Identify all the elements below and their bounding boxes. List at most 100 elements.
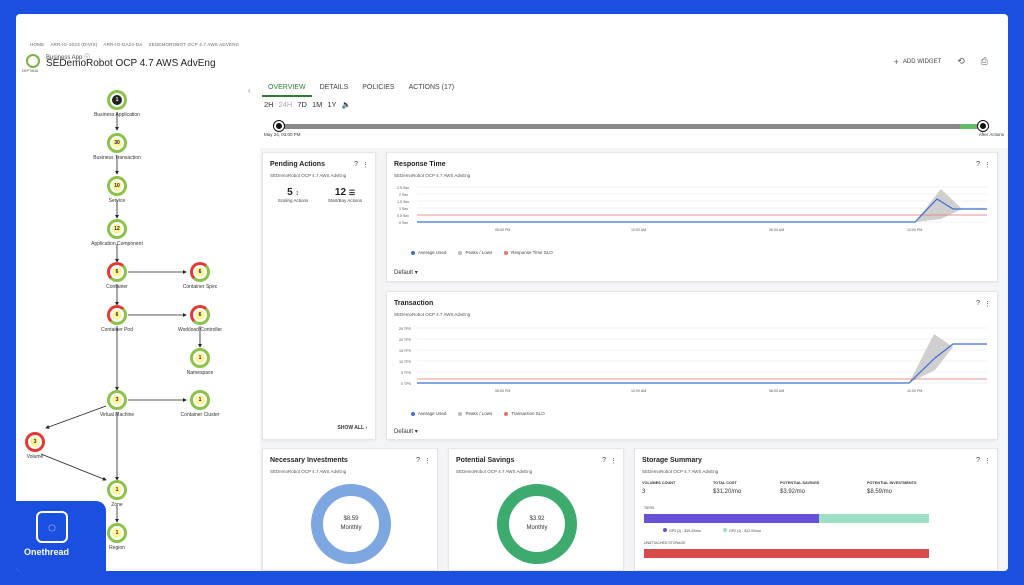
node-container-cluster[interactable]: 1 bbox=[190, 390, 210, 410]
header-actions: + ADD WIDGET ⟲ ⎙ bbox=[894, 56, 988, 67]
timeline-end-handle[interactable] bbox=[978, 121, 988, 131]
node-label: Namespace bbox=[186, 370, 214, 376]
time-range-option[interactable]: 2H bbox=[264, 100, 274, 109]
stat-label: Scaling Actions bbox=[277, 198, 309, 203]
time-range-option[interactable]: 1Y bbox=[327, 100, 336, 109]
brand-name: Onethread bbox=[24, 547, 70, 557]
x-tick: 06:00 AM bbox=[769, 228, 784, 232]
tab-actions[interactable]: ACTIONS (17) bbox=[403, 80, 461, 97]
more-icon[interactable]: ⋮ bbox=[984, 457, 991, 465]
legend-item[interactable]: Peaks / Lows bbox=[458, 411, 492, 416]
help-icon[interactable]: ? bbox=[976, 457, 980, 465]
node-label: Container bbox=[106, 284, 128, 290]
tiers-label: TIERS bbox=[644, 506, 655, 510]
speaker-icon[interactable]: 🔈 bbox=[342, 100, 351, 109]
node-container[interactable]: 6 bbox=[107, 262, 127, 282]
pending-actions-card: Pending Actions SEDemoRobot OCP 4.7 AWS … bbox=[262, 152, 376, 440]
card-title: Storage Summary bbox=[642, 457, 702, 464]
card-subtitle: SEDemoRobot OCP 4.7 AWS AdvEng bbox=[642, 469, 719, 474]
breadcrumb-item[interactable]: ARR-IG-DA23-DA bbox=[103, 42, 142, 47]
gp3-tier-bar[interactable] bbox=[644, 514, 819, 523]
timeline-start-handle[interactable] bbox=[274, 121, 284, 131]
node-container-pod[interactable]: 6 bbox=[107, 305, 127, 325]
tab-overview[interactable]: OVERVIEW bbox=[262, 80, 312, 97]
breadcrumb-item[interactable]: HOME bbox=[30, 42, 44, 47]
tab-policies[interactable]: POLICIES bbox=[356, 80, 400, 97]
time-range-selector: 2H 24H 7D 1M 1Y 🔈 bbox=[264, 100, 351, 109]
time-range-option[interactable]: 1M bbox=[312, 100, 322, 109]
app-logo-label: DEPTANA bbox=[22, 69, 39, 73]
volumes-count: 3 bbox=[642, 489, 646, 495]
brand-badge: ◌ Onethread bbox=[16, 501, 106, 571]
list-icon: ☰ bbox=[348, 190, 356, 197]
y-tick: 0.5 Sec bbox=[397, 214, 409, 218]
node-namespace[interactable]: 1 bbox=[190, 348, 210, 368]
donut-center-value: $8.59 Monthly bbox=[340, 516, 362, 531]
time-range-option[interactable]: 24H bbox=[279, 100, 293, 109]
investments-donut bbox=[311, 484, 391, 564]
topology-connectors bbox=[40, 112, 202, 523]
help-icon[interactable]: ? bbox=[354, 161, 358, 169]
x-tick: 06:00 PM bbox=[495, 389, 510, 393]
x-tick: 06:00 AM bbox=[769, 389, 784, 393]
y-tick: 25 TPS bbox=[399, 327, 412, 331]
y-tick: 1.5 Sec bbox=[397, 200, 409, 204]
donut-center-value: $3.92 Monthly bbox=[526, 516, 548, 531]
node-container-spec[interactable]: 6 bbox=[190, 262, 210, 282]
view-dropdown[interactable]: Default ▾ bbox=[394, 269, 418, 276]
response-time-card: Response Time SEDemoRobot OCP 4.7 AWS Ad… bbox=[386, 152, 998, 282]
history-icon[interactable]: ⟲ bbox=[957, 56, 965, 67]
potential-investments-value: $8.59/mo bbox=[867, 489, 893, 495]
unattached-storage-label: UNATTACHED STORAGE bbox=[644, 541, 686, 545]
show-all-button[interactable]: SHOW ALL › bbox=[338, 425, 367, 431]
legend-item[interactable]: Average Used bbox=[411, 411, 446, 416]
node-business-transaction[interactable]: 30 bbox=[107, 133, 127, 153]
legend-item[interactable]: Peaks / Lows bbox=[458, 250, 492, 255]
column-header: VOLUMES COUNT bbox=[642, 481, 676, 485]
node-service[interactable]: 10 bbox=[107, 176, 127, 196]
print-icon[interactable]: ⎙ bbox=[981, 56, 988, 67]
y-tick: 10 TPS bbox=[399, 360, 412, 364]
node-label: Region bbox=[109, 545, 125, 551]
scaling-actions-stat[interactable]: 5 ↕ Scaling Actions bbox=[271, 187, 315, 203]
node-region[interactable]: 1 bbox=[107, 523, 127, 543]
necessary-investments-card: Necessary Investments SEDemoRobot OCP 4.… bbox=[262, 448, 438, 571]
y-tick: 15 TPS bbox=[399, 349, 412, 353]
unattached-storage-bar[interactable] bbox=[644, 549, 929, 558]
chevron-right-icon: › bbox=[365, 425, 367, 431]
more-icon[interactable]: ⋮ bbox=[362, 161, 369, 169]
breadcrumb-item[interactable]: ARR-IG-2023 (DIVIS) bbox=[50, 42, 97, 47]
breadcrumb-item: SEDEMOROBOT OCP 4.7 AWS ADVENG bbox=[148, 42, 240, 47]
legend-item[interactable]: Average Used bbox=[411, 250, 446, 255]
add-widget-button[interactable]: + ADD WIDGET bbox=[894, 57, 942, 67]
node-workload-controller[interactable]: 6 bbox=[190, 305, 210, 325]
stat-value: 5 bbox=[287, 187, 293, 198]
caret-down-icon: ▾ bbox=[414, 270, 418, 276]
x-tick: 12:00 PM bbox=[907, 228, 922, 232]
node-application-component[interactable]: 12 bbox=[107, 219, 127, 239]
timeline-slider[interactable] bbox=[274, 121, 988, 131]
transaction-card: Transaction SEDemoRobot OCP 4.7 AWS AdvE… bbox=[386, 291, 998, 440]
start-buy-actions-stat[interactable]: 12 ☰ Start/Buy Actions bbox=[319, 187, 371, 203]
column-header: POTENTIAL INVESTMENTS bbox=[867, 481, 917, 485]
legend-item[interactable]: Response Time SLO bbox=[504, 250, 553, 255]
show-all-label: SHOW ALL bbox=[337, 425, 364, 431]
scale-icon: ↕ bbox=[295, 190, 299, 197]
plus-icon: + bbox=[893, 56, 899, 67]
view-dropdown[interactable]: Default ▾ bbox=[394, 428, 418, 435]
app-logo-icon bbox=[26, 54, 40, 68]
node-business-application[interactable]: 1 bbox=[107, 90, 127, 110]
stat-value: 12 bbox=[334, 187, 347, 198]
legend-item[interactable]: Transaction SLO bbox=[504, 411, 545, 416]
gp2-tier-bar[interactable] bbox=[819, 514, 929, 523]
card-actions: ? ⋮ bbox=[354, 161, 369, 169]
node-zone[interactable]: 1 bbox=[107, 480, 127, 500]
storage-summary-card: Storage Summary SEDemoRobot OCP 4.7 AWS … bbox=[634, 448, 998, 571]
collapse-panel-icon[interactable]: ‹ bbox=[248, 86, 251, 95]
tab-bar: OVERVIEW DETAILS POLICIES ACTIONS (17) bbox=[262, 80, 460, 97]
node-virtual-machine[interactable]: 3 bbox=[107, 390, 127, 410]
tab-details[interactable]: DETAILS bbox=[314, 80, 355, 97]
time-range-option[interactable]: 7D bbox=[297, 100, 307, 109]
node-volume[interactable]: 3 bbox=[25, 432, 45, 452]
x-tick: 12:00 AM bbox=[631, 228, 646, 232]
